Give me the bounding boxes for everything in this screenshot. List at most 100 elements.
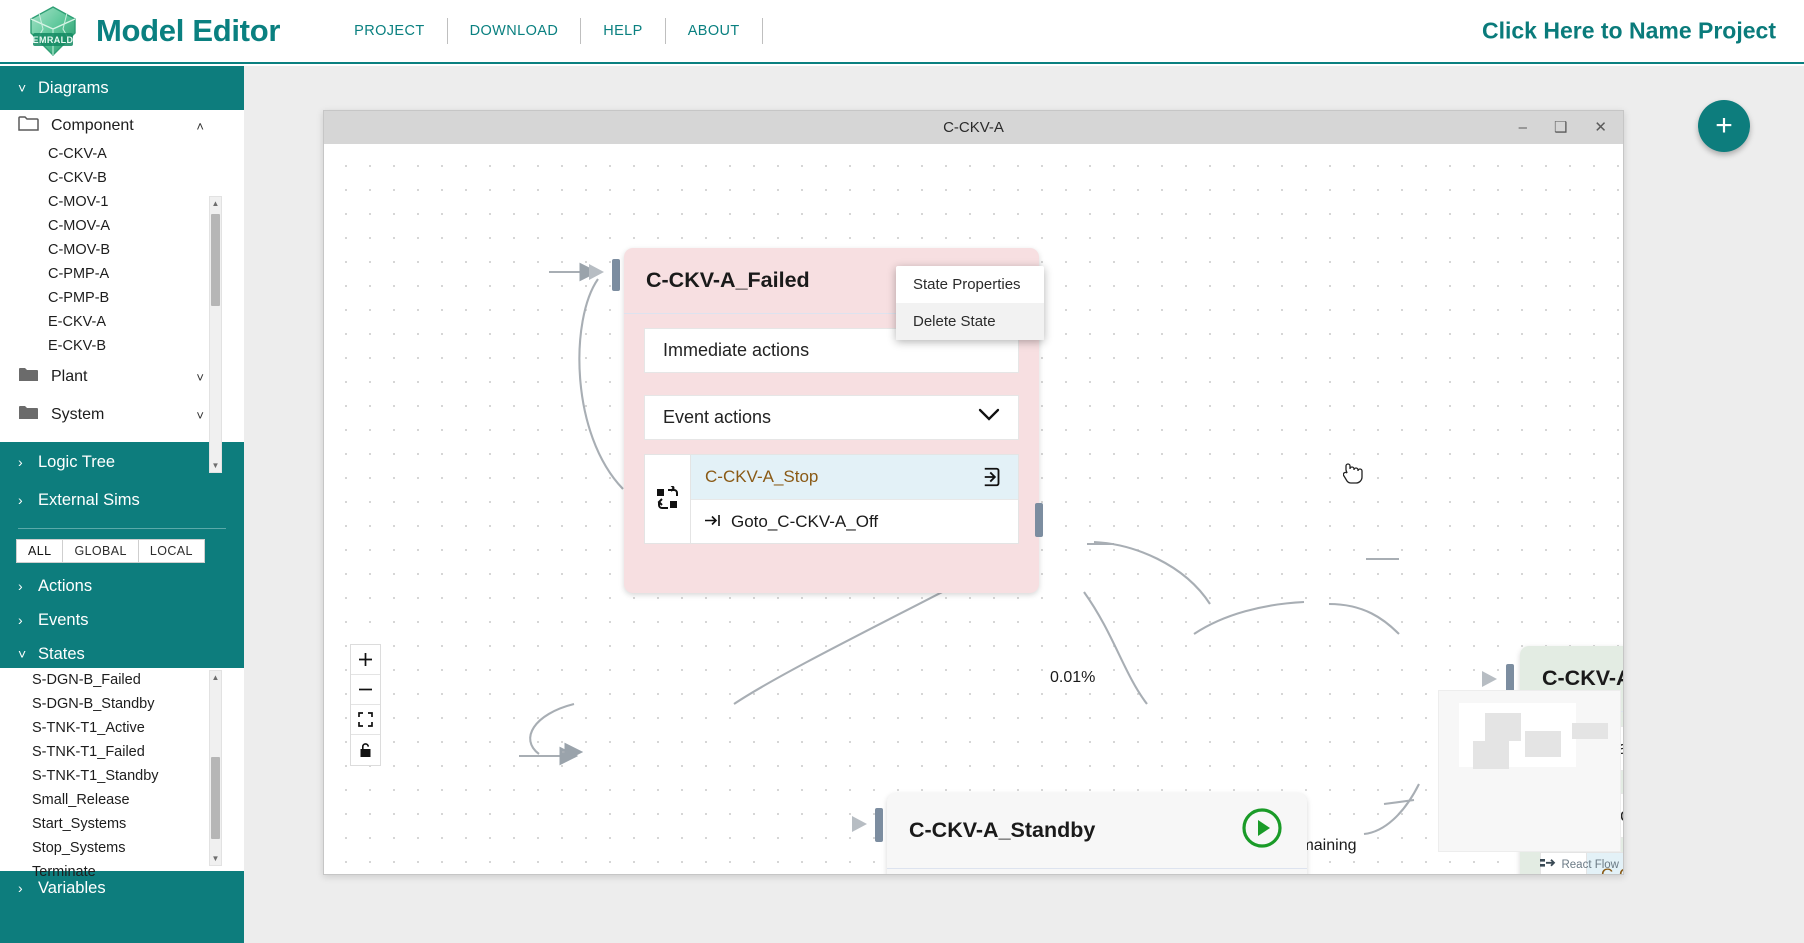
diagram-window-titlebar[interactable]: C-CKV-A – ❑ ✕ bbox=[324, 111, 1623, 144]
state-node-title: C-CKV-A_Standby bbox=[909, 818, 1096, 842]
chevron-right-icon: › bbox=[18, 492, 23, 508]
sidebar-section-label: Logic Tree bbox=[38, 452, 116, 471]
states-list-scrollbar[interactable]: ▲ ▼ bbox=[209, 670, 222, 866]
state-node-body: Immediate actions Event actions C-CKV-A_… bbox=[624, 314, 1039, 562]
nav-help[interactable]: HELP bbox=[581, 19, 664, 43]
sidebar-section-logic-tree[interactable]: › Logic Tree bbox=[0, 442, 244, 482]
state-node-header[interactable]: C-CKV-A_Standby bbox=[887, 793, 1307, 869]
tree-item-c-pmp-b[interactable]: C-PMP-B bbox=[0, 286, 244, 310]
nav-project[interactable]: PROJECT bbox=[332, 19, 446, 43]
chevron-right-icon: › bbox=[18, 454, 23, 470]
diagram-window-title: C-CKV-A bbox=[943, 119, 1004, 136]
diagrams-tree-scrollbar[interactable]: ▲ ▼ bbox=[209, 196, 222, 473]
node-input-port[interactable] bbox=[612, 259, 620, 291]
tree-item-e-ckv-b[interactable]: E-CKV-B bbox=[0, 334, 244, 358]
sidebar-section-label: Events bbox=[38, 610, 89, 629]
zoom-out-button[interactable] bbox=[351, 675, 380, 705]
tree-folder-system[interactable]: System ˅ bbox=[0, 396, 244, 434]
filter-tab-all[interactable]: ALL bbox=[16, 539, 64, 563]
sidebar-section-diagrams[interactable]: ˅ Diagrams bbox=[0, 66, 244, 110]
tree-item-c-mov-1[interactable]: C-MOV-1 bbox=[0, 190, 244, 214]
sidebar-section-states[interactable]: ˅ States bbox=[0, 637, 244, 671]
canvas-minimap[interactable] bbox=[1438, 690, 1621, 852]
chevron-down-icon[interactable] bbox=[978, 408, 1000, 427]
minimize-icon[interactable]: – bbox=[1519, 120, 1527, 135]
tree-folder-plant[interactable]: Plant ˅ bbox=[0, 358, 244, 396]
tree-item-c-mov-a[interactable]: C-MOV-A bbox=[0, 214, 244, 238]
page-title: Model Editor bbox=[96, 13, 281, 48]
play-circle-icon[interactable] bbox=[1241, 807, 1283, 854]
event-actions-bar[interactable]: Event actions bbox=[644, 395, 1019, 440]
workspace-area: + C-CKV-A – ❑ ✕ C-CKV-A_Failed Immediate… bbox=[244, 66, 1804, 943]
tree-item-c-pmp-a[interactable]: C-PMP-A bbox=[0, 262, 244, 286]
diagram-canvas[interactable]: C-CKV-A_Failed Immediate actions Event a… bbox=[324, 144, 1623, 874]
sidebar-section-external-sims[interactable]: › External Sims bbox=[0, 482, 244, 518]
tree-item-c-ckv-a[interactable]: C-CKV-A bbox=[0, 142, 244, 166]
emrald-gem-icon[interactable]: EMRALD bbox=[18, 3, 88, 59]
tree-folder-label: Component bbox=[51, 117, 134, 134]
state-item[interactable]: Terminate bbox=[0, 860, 244, 884]
tree-folder-component[interactable]: Component ˄ bbox=[0, 110, 244, 142]
nav-download[interactable]: DOWNLOAD bbox=[448, 19, 581, 43]
fit-view-button[interactable] bbox=[351, 705, 380, 735]
filter-tab-local[interactable]: LOCAL bbox=[138, 539, 205, 563]
maximize-icon[interactable]: ❑ bbox=[1554, 120, 1567, 135]
tree-item-e-ckv-a[interactable]: E-CKV-A bbox=[0, 310, 244, 334]
enter-arrow-icon[interactable] bbox=[982, 466, 1004, 488]
state-item[interactable]: Stop_Systems bbox=[0, 836, 244, 860]
state-item[interactable]: S-TNK-T1_Active bbox=[0, 716, 244, 740]
state-node-c-ckv-a-standby[interactable]: C-CKV-A_Standby bbox=[887, 793, 1307, 874]
folder-open-icon bbox=[18, 115, 39, 137]
filter-tab-global[interactable]: GLOBAL bbox=[63, 539, 139, 563]
scroll-up-arrow-icon[interactable]: ▲ bbox=[210, 198, 221, 209]
diagrams-tree: Component ˄ C-CKV-A C-CKV-B C-MOV-1 C-MO… bbox=[0, 110, 244, 473]
state-item[interactable]: S-DGN-B_Failed bbox=[0, 668, 244, 692]
state-item[interactable]: Small_Release bbox=[0, 788, 244, 812]
react-flow-attribution[interactable]: React Flow bbox=[1540, 857, 1619, 872]
svg-text:EMRALD: EMRALD bbox=[33, 35, 74, 45]
add-diagram-button[interactable]: + bbox=[1698, 100, 1750, 152]
zoom-in-button[interactable] bbox=[351, 645, 380, 675]
chevron-down-icon: ˅ bbox=[196, 407, 204, 423]
scrollbar-thumb[interactable] bbox=[211, 214, 220, 306]
state-item[interactable]: S-TNK-T1_Standby bbox=[0, 764, 244, 788]
diagram-window: C-CKV-A – ❑ ✕ C-CKV-A_Failed Immediate a… bbox=[323, 110, 1624, 875]
nav-about[interactable]: ABOUT bbox=[666, 19, 762, 43]
scroll-down-arrow-icon[interactable]: ▼ bbox=[210, 853, 221, 864]
state-item[interactable]: S-TNK-T1_Failed bbox=[0, 740, 244, 764]
context-menu-item-state-properties[interactable]: State Properties bbox=[896, 266, 1044, 303]
minimap-node bbox=[1525, 731, 1561, 757]
event-action-label: C-CKV-A_Stop bbox=[705, 467, 819, 486]
state-item[interactable]: Start_Systems bbox=[0, 812, 244, 836]
chevron-down-icon: ˅ bbox=[18, 646, 27, 662]
scroll-down-arrow-icon[interactable]: ▼ bbox=[210, 460, 221, 471]
immediate-actions-label: Immediate actions bbox=[663, 340, 810, 360]
node-output-port[interactable] bbox=[1035, 503, 1043, 537]
canvas-zoom-controls bbox=[350, 644, 381, 766]
chevron-right-icon: › bbox=[18, 612, 23, 628]
lock-button[interactable] bbox=[351, 735, 380, 765]
scroll-up-arrow-icon[interactable]: ▲ bbox=[210, 672, 221, 683]
project-name-button[interactable]: Click Here to Name Project bbox=[1482, 18, 1776, 45]
close-icon[interactable]: ✕ bbox=[1594, 120, 1607, 135]
sidebar-section-events[interactable]: › Events bbox=[0, 603, 244, 637]
top-header-bar: EMRALD Model Editor PROJECT DOWNLOAD HEL… bbox=[0, 0, 1804, 64]
state-item[interactable]: S-DGN-B_Standby bbox=[0, 692, 244, 716]
sidebar-filler bbox=[0, 905, 244, 943]
sidebar-section-label: External Sims bbox=[38, 490, 140, 509]
context-menu-item-delete-state[interactable]: Delete State bbox=[896, 303, 1044, 340]
sidebar-section-label: States bbox=[38, 644, 85, 663]
tree-item-c-ckv-b[interactable]: C-CKV-B bbox=[0, 166, 244, 190]
sidebar-section-actions[interactable]: › Actions bbox=[0, 569, 244, 603]
event-action-row-goto[interactable]: Goto_C-CKV-A_Off bbox=[691, 499, 1018, 543]
tree-folder-label: System bbox=[51, 406, 105, 423]
states-list: S-DGN-B_Failed S-DGN-B_Standby S-TNK-T1_… bbox=[0, 668, 244, 880]
scope-filter-tabs: ALL GLOBAL LOCAL bbox=[0, 529, 244, 569]
node-input-port[interactable] bbox=[875, 808, 883, 842]
event-action-row-stop[interactable]: C-CKV-A_Stop bbox=[691, 455, 1018, 499]
filters-wrapper: ALL GLOBAL LOCAL bbox=[0, 518, 244, 569]
tree-item-c-mov-b[interactable]: C-MOV-B bbox=[0, 238, 244, 262]
minimap-node bbox=[1473, 741, 1509, 769]
scrollbar-thumb[interactable] bbox=[211, 757, 220, 839]
chevron-right-icon: › bbox=[18, 578, 23, 594]
